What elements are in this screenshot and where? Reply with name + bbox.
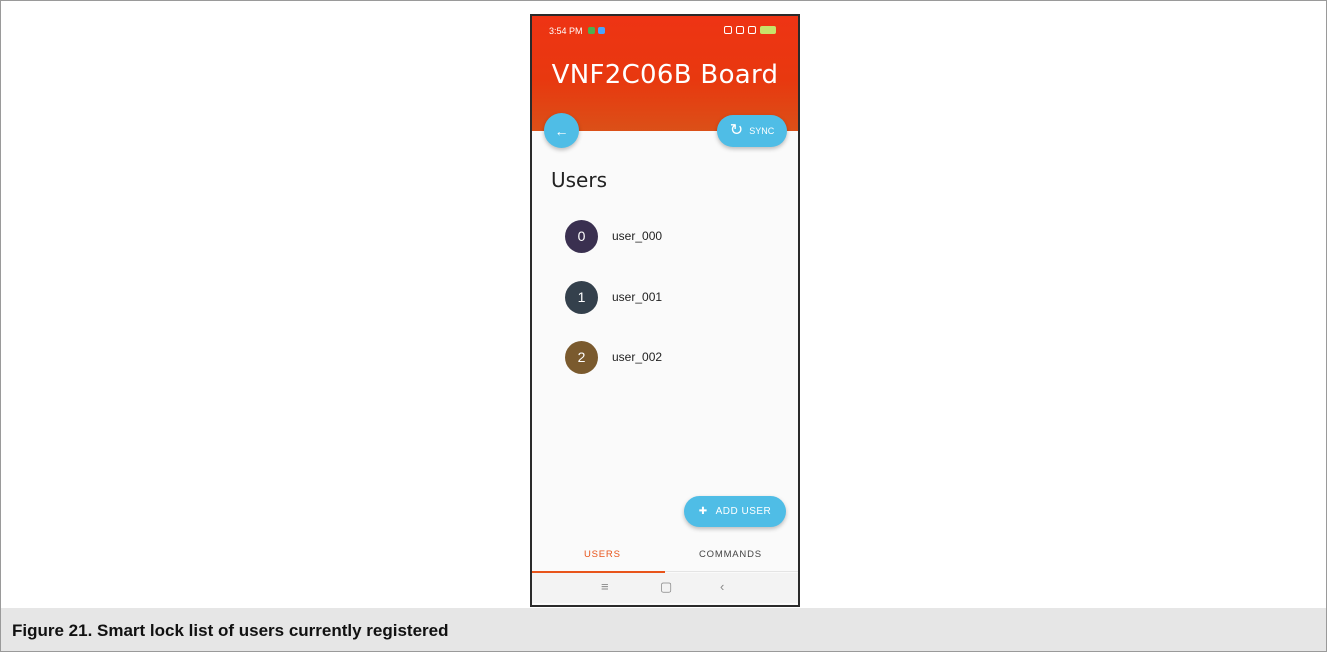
camera-icon (736, 26, 744, 34)
notification-icon (598, 27, 605, 34)
sync-label: SYNC (749, 126, 775, 136)
tab-divider (665, 571, 798, 572)
status-time: 3:54 PM (549, 26, 583, 36)
battery-icon (760, 26, 776, 34)
refresh-icon: ↻ (729, 122, 744, 139)
bluetooth-icon (724, 26, 732, 34)
user-name: user_002 (612, 350, 663, 364)
figure-caption: Figure 21. Smart lock list of users curr… (12, 621, 449, 640)
arrow-left-icon: ← (554, 122, 569, 139)
app-header: 3:54 PM VNF2C06B Board (532, 16, 798, 131)
menu-icon[interactable]: ≡ (601, 579, 609, 594)
user-name: user_001 (612, 290, 663, 304)
page-title: VNF2C06B Board (551, 60, 779, 90)
add-person-icon: ✚ (698, 506, 708, 517)
home-square-icon[interactable]: ▢ (660, 579, 672, 595)
list-item[interactable]: 2 user_002 (565, 340, 765, 374)
section-title: Users (551, 168, 608, 192)
tab-users[interactable]: USERS (584, 549, 621, 560)
status-icons (724, 26, 776, 34)
avatar: 2 (565, 340, 598, 374)
system-nav-bar: ≡ ▢ ‹ (532, 573, 798, 603)
wifi-icon (748, 26, 756, 34)
status-bar: 3:54 PM (532, 16, 798, 38)
avatar: 0 (565, 219, 598, 253)
tab-commands[interactable]: COMMANDS (699, 549, 762, 560)
phone-screen: 3:54 PM VNF2C06B Board ← ↻ SYNC Users 0 … (530, 14, 800, 607)
back-chevron-icon[interactable]: ‹ (720, 579, 724, 594)
add-user-button[interactable]: ✚ ADD USER (684, 496, 786, 527)
bottom-tabs: USERS COMMANDS (532, 538, 798, 573)
avatar: 1 (565, 280, 598, 314)
back-button[interactable]: ← (544, 113, 579, 148)
list-item[interactable]: 0 user_000 (565, 219, 765, 253)
list-item[interactable]: 1 user_001 (565, 280, 765, 314)
add-user-label: ADD USER (715, 506, 772, 517)
notification-icon (588, 27, 595, 34)
user-name: user_000 (612, 229, 663, 243)
sync-button[interactable]: ↻ SYNC (717, 115, 787, 147)
